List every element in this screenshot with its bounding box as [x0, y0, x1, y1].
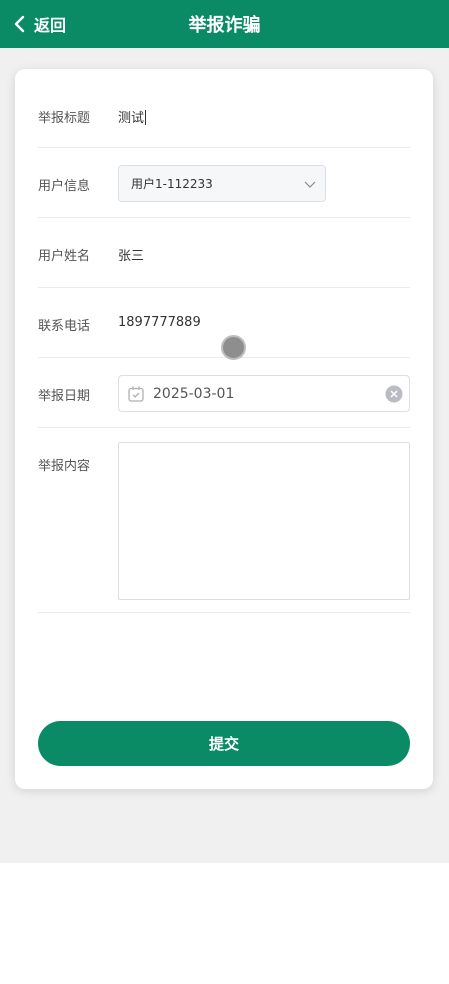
- submit-button[interactable]: 提交: [38, 721, 410, 766]
- header-bar: 返回 举报诈骗: [0, 0, 449, 48]
- form-row-title: 举报标题 测试: [38, 69, 410, 148]
- form-row-user-name: 用户姓名 张三: [38, 218, 410, 288]
- form-card: 举报标题 测试 用户信息 用户1-112233 用户姓名 张三 联系电话 189…: [15, 69, 433, 789]
- date-picker[interactable]: 2025-03-01: [118, 375, 410, 412]
- chevron-left-icon: [14, 15, 25, 33]
- back-button[interactable]: 返回: [10, 0, 66, 48]
- form-row-date: 举报日期 2025-03-01: [38, 358, 410, 428]
- user-info-select[interactable]: 用户1-112233: [118, 165, 326, 202]
- title-input[interactable]: 测试: [118, 107, 147, 126]
- user-name-value: 张三: [118, 249, 145, 264]
- back-label: 返回: [34, 16, 67, 35]
- touch-indicator: [221, 335, 246, 360]
- page-title: 举报诈骗: [188, 15, 261, 36]
- form-row-user-info: 用户信息 用户1-112233: [38, 148, 410, 218]
- title-label: 举报标题: [38, 111, 91, 126]
- chevron-down-icon: [304, 181, 316, 188]
- clear-icon[interactable]: [385, 385, 403, 403]
- title-input-value: 测试: [118, 111, 145, 126]
- date-value: 2025-03-01: [153, 385, 235, 402]
- form-row-content: 举报内容: [38, 428, 410, 613]
- content-textarea[interactable]: [118, 442, 410, 600]
- calendar-icon: [128, 386, 144, 402]
- user-info-selected-value: 用户1-112233: [131, 177, 213, 191]
- content-label: 举报内容: [38, 459, 91, 474]
- user-info-label: 用户信息: [38, 179, 91, 194]
- text-cursor: [145, 110, 147, 125]
- phone-value: 1897777889: [118, 315, 201, 330]
- phone-label: 联系电话: [38, 319, 91, 334]
- date-label: 举报日期: [38, 389, 91, 404]
- user-name-label: 用户姓名: [38, 249, 91, 264]
